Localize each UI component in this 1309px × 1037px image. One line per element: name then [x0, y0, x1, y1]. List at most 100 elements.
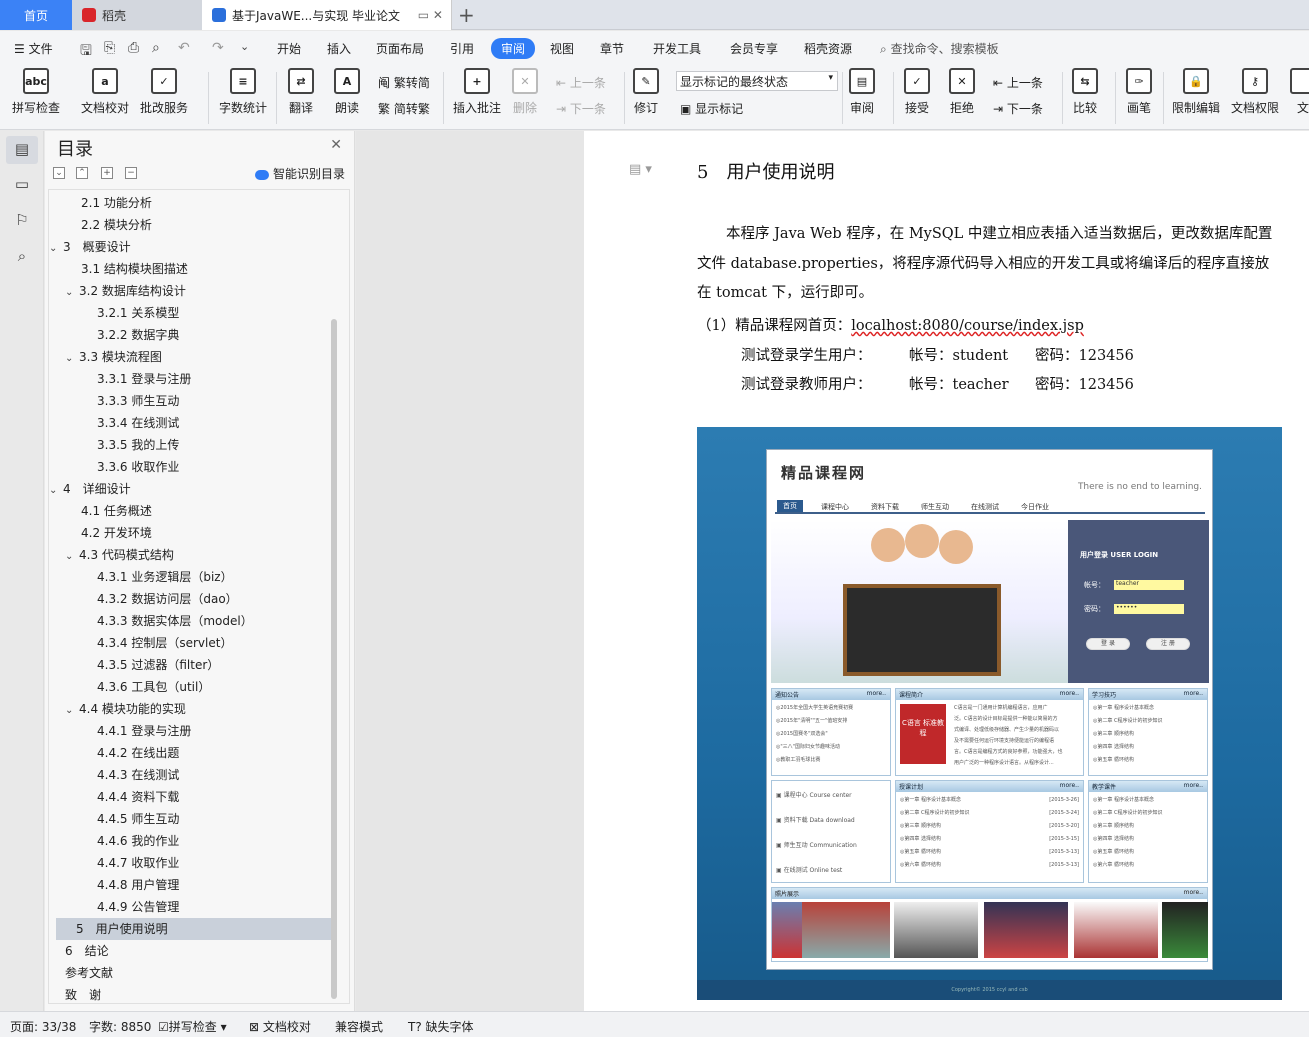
toc-item[interactable]: 4.4.9 公告管理 — [97, 896, 349, 918]
toc-item[interactable]: ⌄ 3.3 模块流程图 — [65, 346, 345, 368]
toc-item[interactable]: 2.1 功能分析 — [81, 192, 349, 214]
toc-item[interactable]: 4.4.5 师生互动 — [97, 808, 349, 830]
toc-item[interactable]: 4.4.1 登录与注册 — [97, 720, 349, 742]
new-tab-icon[interactable]: + — [458, 3, 475, 27]
next-comment-button[interactable]: ⇥ 下一条 — [556, 100, 606, 117]
menu-review[interactable]: 审阅 — [491, 38, 536, 59]
toc-item[interactable]: 4.4.8 用户管理 — [97, 874, 349, 896]
toc-item[interactable]: ⌄ 4 详细设计 — [49, 478, 329, 500]
toc-item[interactable]: 4.2 开发环境 — [81, 522, 349, 544]
toc-item[interactable]: 3.3.6 收取作业 — [97, 456, 349, 478]
pen-button[interactable]: ✑ 画笔 — [1126, 68, 1152, 116]
menu-file[interactable]: ☰ 文件 — [14, 40, 53, 57]
translate-button[interactable]: ⇄ 翻译 — [288, 68, 314, 116]
reject-button[interactable]: ✕ 拒绝 — [949, 68, 975, 116]
markup-state-select[interactable]: 显示标记的最终状态 ▾ — [676, 71, 838, 91]
menu-developer[interactable]: 开发工具 — [653, 40, 701, 57]
menu-references[interactable]: 引用 — [450, 40, 474, 57]
page-count[interactable]: 页面: 33/38 — [10, 1018, 76, 1035]
chevron-down-icon[interactable]: ⌄ — [65, 546, 79, 568]
toc-icon[interactable]: ▤ — [12, 140, 32, 160]
tab-document[interactable]: 基于JavaWE...与实现 毕业论文 ▭ ✕ — [202, 0, 452, 30]
word-count[interactable]: 字数: 8850 — [89, 1018, 151, 1035]
toc-item[interactable]: ⌄ 3 概要设计 — [49, 236, 329, 258]
toc-item[interactable]: 4.3.2 数据访问层（dao） — [97, 588, 349, 610]
collapse-all-icon[interactable]: ⌃ — [76, 167, 88, 179]
toc-item[interactable]: 3.3.4 在线测试 — [97, 412, 349, 434]
print-preview-icon[interactable]: ⌕ — [152, 40, 160, 56]
close-tab-icon[interactable]: ▭ ✕ — [418, 8, 443, 22]
prev-change-button[interactable]: ⇤ 上一条 — [993, 74, 1043, 91]
toc-item[interactable]: 4.4.6 我的作业 — [97, 830, 349, 852]
tab-wps[interactable]: 稻壳 — [72, 0, 202, 30]
expand-all-icon[interactable]: ⌄ — [53, 167, 65, 179]
menu-member[interactable]: 会员专享 — [730, 40, 778, 57]
add-heading-icon[interactable]: + — [101, 167, 113, 179]
missing-font[interactable]: T? 缺失字体 — [408, 1018, 474, 1035]
doc-check-button[interactable]: a 文档校对 — [81, 68, 129, 116]
command-search[interactable]: ⌕ 查找命令、搜索模板 — [880, 40, 999, 57]
toc-item[interactable]: 4.3.5 过滤器（filter） — [97, 654, 349, 676]
chevron-down-icon[interactable]: ⌄ — [49, 480, 63, 502]
toc-item[interactable]: 3.1 结构模块图描述 — [81, 258, 349, 280]
more-button[interactable]: 文 — [1290, 68, 1309, 116]
toc-item[interactable]: 4.4.2 在线出题 — [97, 742, 349, 764]
toc-scrollbar[interactable] — [331, 319, 337, 999]
toc-item[interactable]: ⌄ 4.4 模块功能的实现 — [65, 698, 345, 720]
menu-insert[interactable]: 插入 — [327, 40, 351, 57]
track-changes-button[interactable]: ✎ 修订 — [633, 68, 659, 116]
toc-item[interactable]: 3.3.3 师生互动 — [97, 390, 349, 412]
redo-icon[interactable]: ↷ — [212, 40, 224, 56]
toc-item[interactable]: 3.3.1 登录与注册 — [97, 368, 349, 390]
next-change-button[interactable]: ⇥ 下一条 — [993, 100, 1043, 117]
delete-comment-button[interactable]: ✕ 删除 — [512, 68, 538, 116]
to-simplified-button[interactable]: 阄 繁转简 — [378, 74, 430, 91]
toc-item[interactable]: 3.3.5 我的上传 — [97, 434, 349, 456]
toc-item[interactable]: 2.2 模块分析 — [81, 214, 349, 236]
toc-item[interactable]: 致 谢 — [65, 984, 345, 1003]
chapter-nav-icon[interactable]: ▭ — [12, 175, 32, 195]
compare-button[interactable]: ⇆ 比较 — [1072, 68, 1098, 116]
export-pdf-icon[interactable]: ⎘ — [104, 40, 115, 56]
toc-item[interactable]: 4.3.3 数据实体层（model） — [97, 610, 349, 632]
toc-item[interactable]: 4.3.6 工具包（util） — [97, 676, 349, 698]
to-traditional-button[interactable]: 繁 简转繁 — [378, 100, 430, 117]
chevron-down-icon[interactable]: ⌄ — [65, 348, 79, 370]
search-icon[interactable]: ⌕ — [12, 247, 32, 267]
smart-toc-button[interactable]: 智能识别目录 — [255, 165, 345, 182]
toc-item[interactable]: 4.4.7 收取作业 — [97, 852, 349, 874]
paragraph-menu-icon[interactable]: ▤ ▾ — [629, 162, 652, 177]
status-doc-check[interactable]: ⊠ 文档校对 — [249, 1018, 311, 1035]
menu-chapter[interactable]: 章节 — [600, 40, 624, 57]
batch-correct-button[interactable]: ✓ 批改服务 — [140, 68, 188, 116]
toc-item[interactable]: ⌄ 3.2 数据库结构设计 — [65, 280, 345, 302]
toc-item[interactable]: ⌄ 4.3 代码模式结构 — [65, 544, 345, 566]
tab-home[interactable]: 首页 — [0, 0, 72, 30]
chevron-down-icon[interactable]: ⌄ — [65, 282, 79, 304]
toc-item[interactable]: 4.3.1 业务逻辑层（biz） — [97, 566, 349, 588]
toc-item[interactable]: 4.4.4 资料下载 — [97, 786, 349, 808]
compat-mode[interactable]: 兼容模式 — [335, 1018, 383, 1035]
restrict-editing-button[interactable]: 🔒 限制编辑 — [1172, 68, 1220, 116]
doc-permission-button[interactable]: ⚷ 文档权限 — [1231, 68, 1279, 116]
remove-heading-icon[interactable]: − — [125, 167, 137, 179]
toc-item[interactable]: 4.3.4 控制层（servlet） — [97, 632, 349, 654]
toc-item[interactable]: 参考文献 — [65, 962, 345, 984]
insert-comment-button[interactable]: + 插入批注 — [453, 68, 501, 116]
menu-view[interactable]: 视图 — [550, 40, 574, 57]
accept-button[interactable]: ✓ 接受 — [904, 68, 930, 116]
status-spell-check[interactable]: ☑拼写检查 ▾ — [158, 1018, 227, 1035]
spell-check-button[interactable]: abc 拼写检查 — [12, 68, 60, 116]
close-icon[interactable]: ✕ — [330, 137, 342, 153]
word-count-button[interactable]: ≡ 字数统计 — [219, 68, 267, 116]
toc-item[interactable]: 3.2.1 关系模型 — [97, 302, 349, 324]
menu-start[interactable]: 开始 — [277, 40, 301, 57]
chevron-down-icon[interactable]: ⌄ — [65, 700, 79, 722]
toc-item[interactable]: 4.1 任务概述 — [81, 500, 349, 522]
show-markup-button[interactable]: ▣ 显示标记 — [680, 100, 743, 117]
prev-comment-button[interactable]: ⇤ 上一条 — [556, 74, 606, 91]
undo-icon[interactable]: ↶ — [178, 40, 190, 56]
document-page[interactable]: ▤ ▾ 5 用户使用说明 本程序 Java Web 程序，在 MySQL 中建立相… — [584, 131, 1309, 1011]
bookmark-icon[interactable]: ⚐ — [12, 211, 32, 231]
toc-item[interactable]: 4.4.3 在线测试 — [97, 764, 349, 786]
